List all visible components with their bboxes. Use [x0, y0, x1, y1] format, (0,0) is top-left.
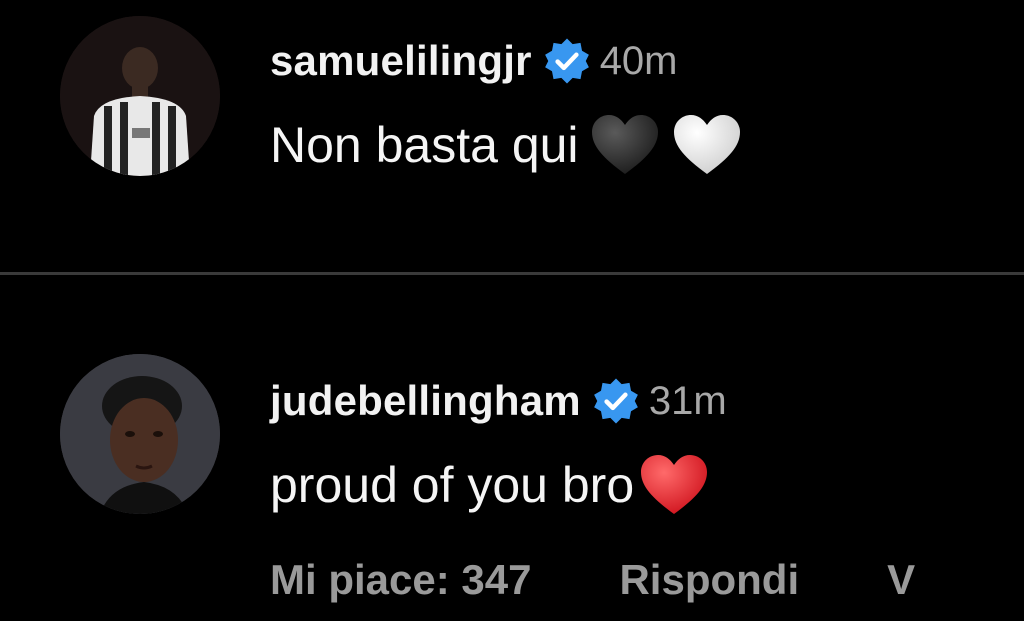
black-heart-icon — [589, 112, 661, 178]
username[interactable]: samuelilingjr — [270, 37, 532, 85]
red-heart-icon — [638, 452, 710, 518]
comment-actions: Mi piace: 347 Rispondi V — [270, 556, 915, 604]
username[interactable]: judebellingham — [270, 377, 581, 425]
avatar-image — [60, 354, 220, 514]
comment-text: proud of you bro — [270, 457, 635, 513]
comment-body: proud of you bro — [270, 452, 710, 518]
comment-text: Non basta qui — [270, 117, 579, 173]
avatar[interactable] — [60, 354, 220, 514]
view-replies-button[interactable]: V — [887, 556, 915, 604]
timestamp: 31m — [648, 378, 727, 423]
white-heart-icon — [671, 112, 743, 178]
comment-header: samuelilingjr 40m — [270, 36, 678, 86]
comment-item: judebellingham 31m proud of you bro Mi p… — [0, 276, 1024, 621]
verified-badge-icon — [542, 36, 592, 86]
divider — [0, 272, 1024, 275]
verified-badge-icon — [591, 376, 641, 426]
comment-header: judebellingham 31m — [270, 376, 727, 426]
timestamp: 40m — [599, 38, 678, 83]
avatar-image — [60, 16, 220, 176]
reply-button[interactable]: Rispondi — [619, 556, 799, 604]
likes-count[interactable]: Mi piace: 347 — [270, 556, 531, 604]
comment-item: samuelilingjr 40m Non basta qui — [0, 0, 1024, 272]
avatar[interactable] — [60, 16, 220, 176]
comment-body: Non basta qui — [270, 112, 743, 178]
